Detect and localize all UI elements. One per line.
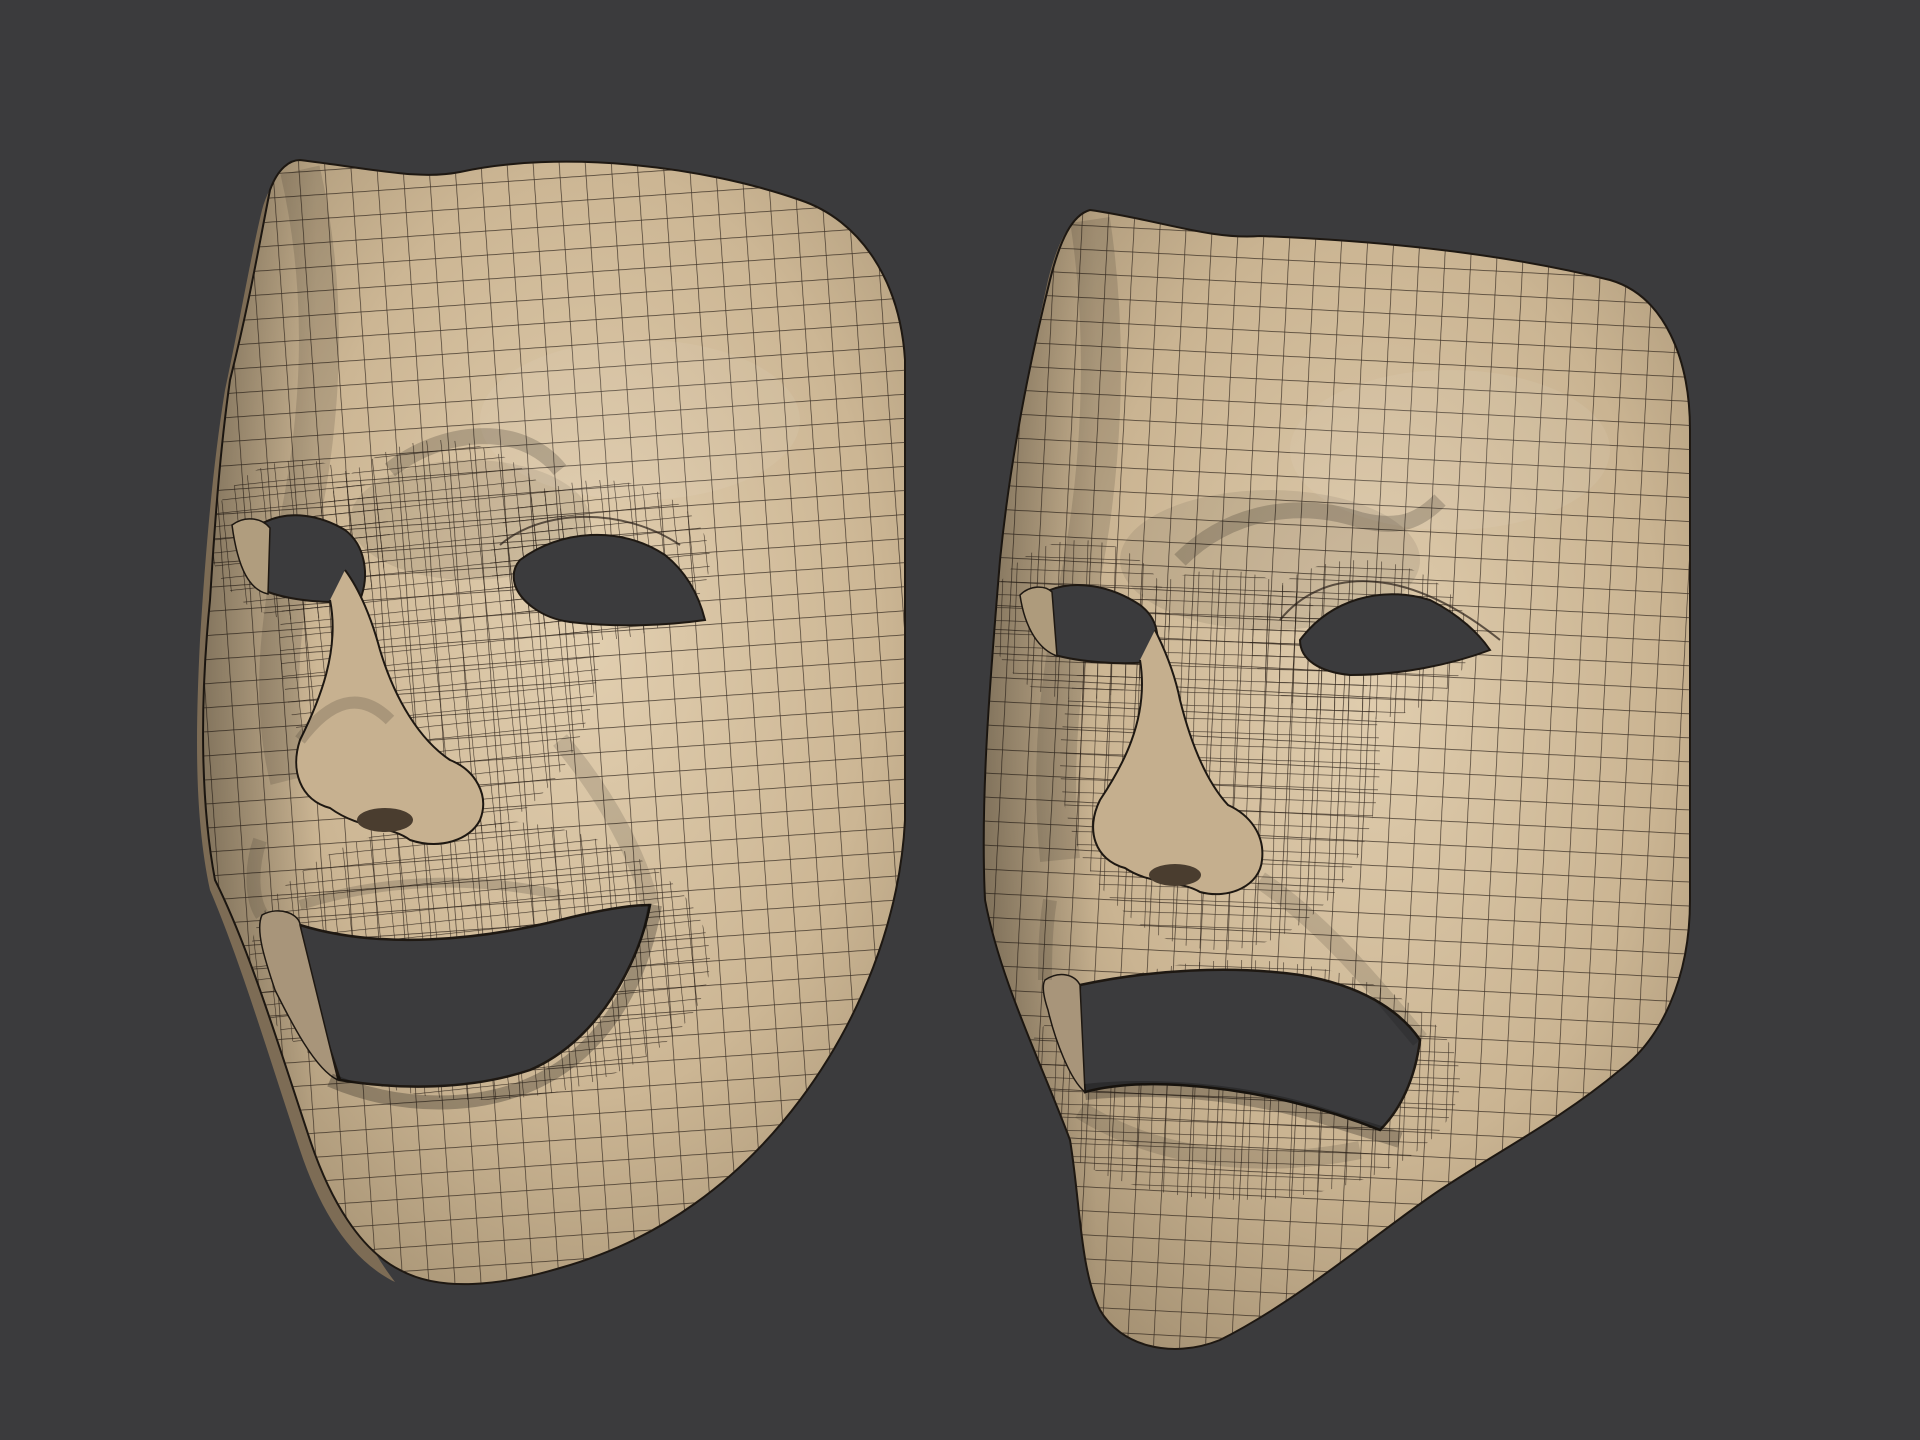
render-canvas <box>0 0 1920 1440</box>
3d-viewport <box>0 0 1920 1440</box>
